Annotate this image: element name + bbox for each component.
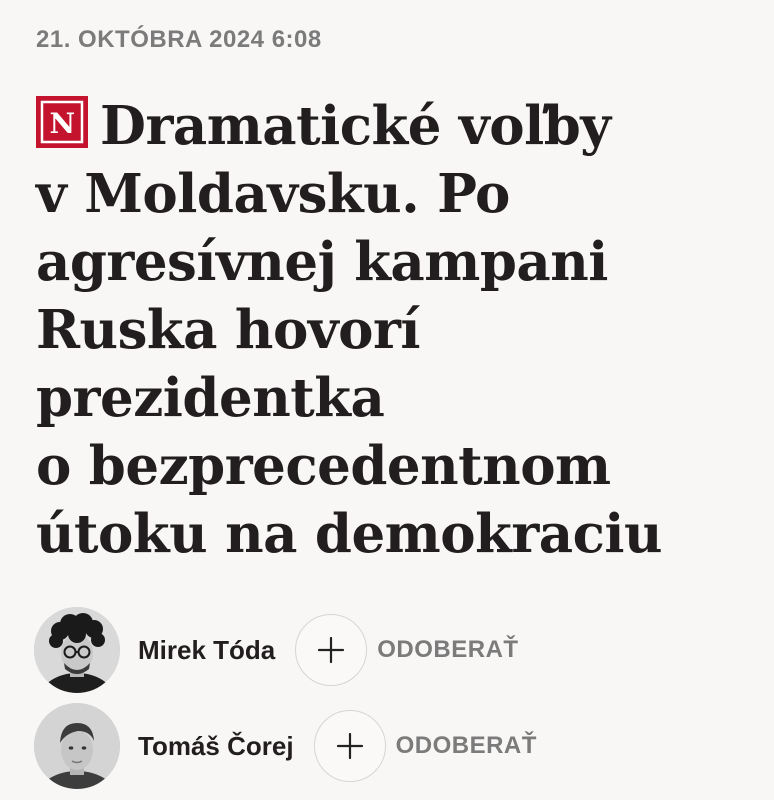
- denník-n-logo-icon: N: [36, 96, 88, 148]
- headline-line-4: Ruska hovorí: [36, 299, 421, 361]
- follow-label[interactable]: ODOBERAŤ: [396, 732, 537, 760]
- headline-line-7: útoku na demokraciu: [36, 503, 663, 565]
- plus-icon: [336, 732, 363, 760]
- follow-button[interactable]: [313, 710, 386, 782]
- headline-line-2: v Moldavsku. Po: [36, 163, 510, 225]
- author-name[interactable]: Mirek Tóda: [138, 635, 275, 666]
- author-row: Tomáš Čorej ODOBERAŤ: [34, 702, 537, 790]
- author-row: Mirek Tóda ODOBERAŤ: [34, 606, 519, 694]
- headline-line-6: o bezprecedentnom: [36, 435, 611, 497]
- headline-line-5: prezidentka: [36, 367, 385, 429]
- headline-line-1: N Dramatické voľby: [36, 92, 756, 160]
- article-date: 21. OKTÓBRA 2024 6:08: [36, 26, 322, 53]
- article-headline[interactable]: N Dramatické voľby v Moldavsku. Po agres…: [36, 92, 756, 568]
- logo-letter: N: [49, 107, 74, 140]
- author-name[interactable]: Tomáš Čorej: [138, 731, 294, 762]
- plus-icon: [318, 636, 345, 664]
- follow-button[interactable]: [295, 614, 368, 686]
- headline-line-3: agresívnej kampani: [36, 231, 608, 293]
- author-avatar[interactable]: [34, 703, 120, 789]
- follow-label[interactable]: ODOBERAŤ: [377, 636, 518, 664]
- author-avatar[interactable]: [34, 607, 120, 693]
- headline-text-1: Dramatické voľby: [100, 95, 611, 157]
